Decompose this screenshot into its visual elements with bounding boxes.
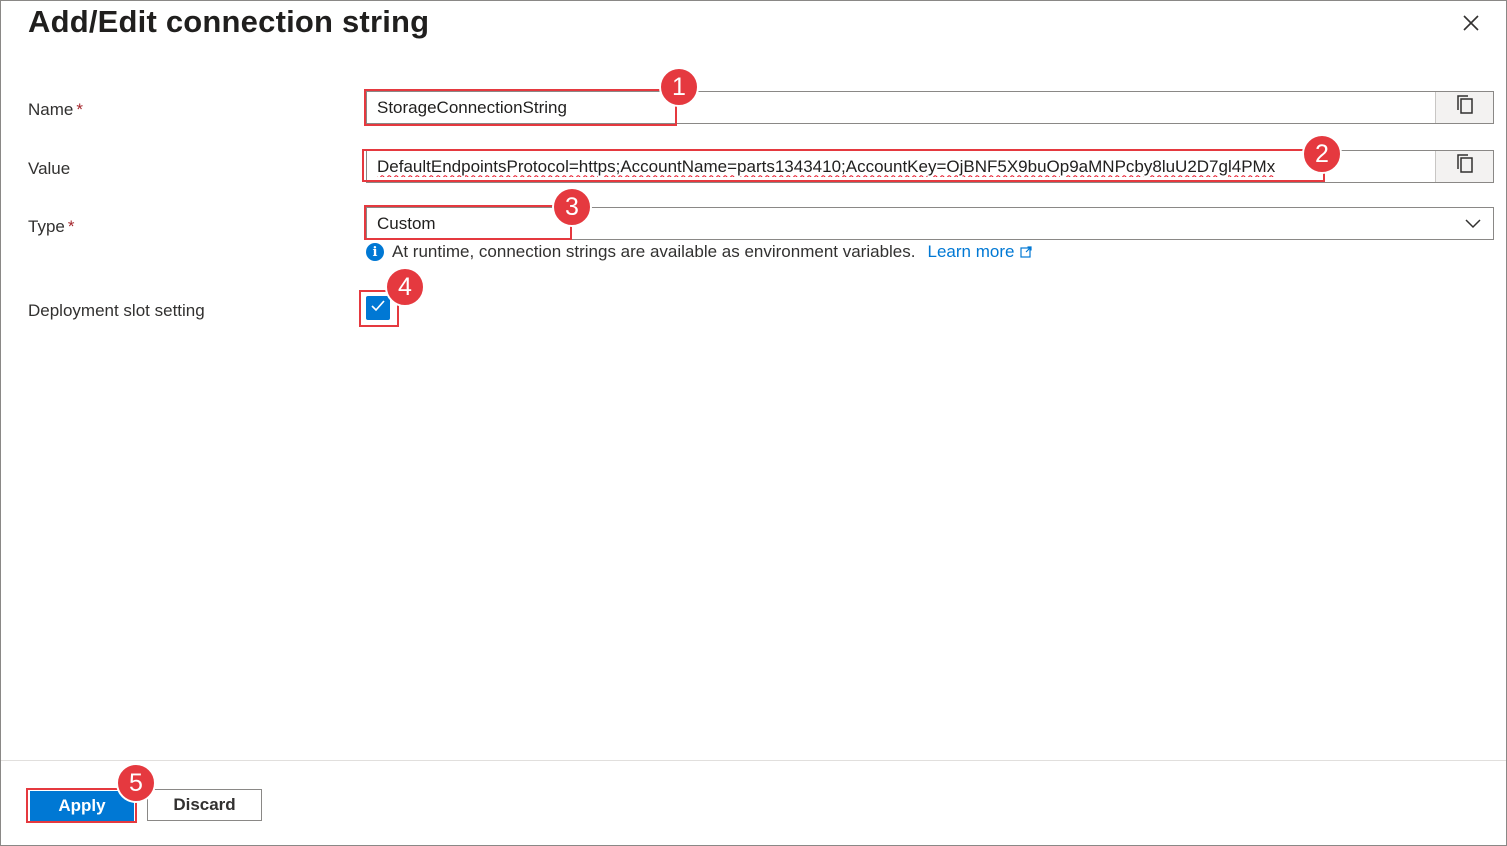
value-text: DefaultEndpointsProtocol=https;AccountNa… [377, 156, 1276, 176]
step-badge-3: 3 [552, 187, 592, 227]
chevron-down-icon [1453, 208, 1493, 239]
type-label-text: Type [28, 217, 65, 236]
close-button[interactable] [1458, 12, 1484, 38]
info-icon: i [366, 243, 384, 262]
dialog-title: Add/Edit connection string [28, 4, 430, 39]
required-mark: * [67, 217, 75, 236]
value-label: Value [28, 159, 71, 178]
required-mark: * [76, 100, 83, 119]
type-selected-value: Custom [377, 213, 436, 233]
copy-icon [1455, 153, 1475, 180]
name-input-value: StorageConnectionString [377, 97, 567, 117]
checkmark-icon [370, 299, 386, 318]
name-label: Name * [28, 100, 83, 120]
close-icon [1462, 14, 1480, 37]
copy-name-button[interactable] [1435, 92, 1493, 123]
value-input-value: DefaultEndpointsProtocol=https;AccountNa… [367, 157, 1435, 177]
step-badge-5: 5 [116, 763, 156, 803]
apply-button[interactable]: Apply [30, 791, 134, 821]
type-select[interactable]: Custom [366, 207, 1494, 240]
discard-button[interactable]: Discard [147, 789, 262, 821]
slot-label: Deployment slot setting [28, 301, 205, 320]
step-badge-1: 1 [659, 67, 699, 107]
dialog-panel [0, 0, 1507, 846]
info-text: At runtime, connection strings are avail… [392, 242, 916, 262]
name-input[interactable]: StorageConnectionString [366, 91, 1494, 124]
footer-divider [1, 760, 1506, 761]
learn-more-text: Learn more [927, 242, 1015, 261]
name-label-text: Name [28, 100, 74, 119]
copy-icon [1455, 94, 1475, 121]
step-badge-4: 4 [385, 267, 425, 307]
step-badge-2: 2 [1302, 134, 1342, 174]
slot-checkbox[interactable] [366, 296, 390, 320]
learn-more-link[interactable]: Learn more [928, 242, 1033, 263]
info-message: i At runtime, connection strings are ava… [366, 242, 1033, 263]
copy-value-button[interactable] [1435, 151, 1493, 182]
type-label: Type * [28, 217, 74, 237]
external-link-icon [1020, 243, 1033, 263]
